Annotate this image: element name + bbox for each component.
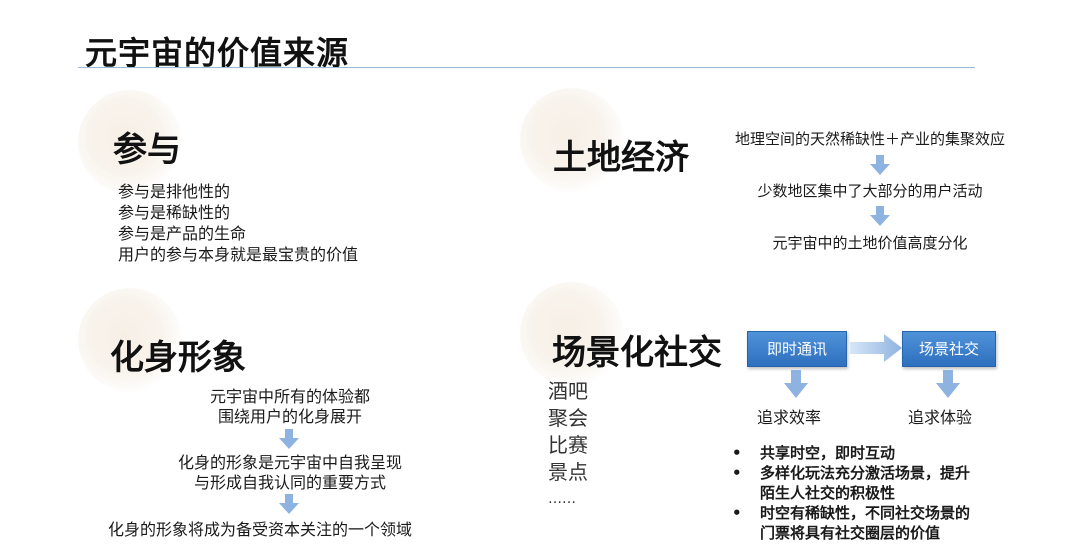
social-scenes: 酒吧 聚会 比赛 景点 …… [548,378,588,513]
scene-item: …… [548,491,576,507]
arrow-down-icon [279,494,299,514]
avatar-step-line: 与形成自我认同的重要方式 [193,473,386,492]
bullet-item: 共享时空，即时互动 [728,443,1068,463]
avatar-step-1: 元宇宙中所有的体验都 围绕用户的化身展开 [190,387,390,427]
avatar-step-line: 化身的形象是元宇宙中自我呈现 [177,453,402,472]
scene-item: 景点 [548,460,588,484]
land-flow-step-2: 少数地区集中了大部分的用户活动 [757,182,983,200]
title-divider [78,67,975,68]
arrow-down-icon [279,429,299,449]
scene-item: 酒吧 [548,379,588,403]
arrow-down-icon [784,370,808,398]
pursuit-efficiency: 追求效率 [757,408,822,427]
land-flow-step-1: 地理空间的天然稀缺性＋产业的集聚效应 [734,130,1005,148]
participation-lines: 参与是排他性的 参与是稀缺性的 参与是产品的生命 用户的参与本身就是最宝贵的价值 [118,181,358,265]
avatar-heading: 化身形象 [110,338,246,378]
avatar-step-3: 化身的形象将成为备受资本关注的一个领域 [108,520,413,539]
bullet-item: 时空有稀缺性，不同社交场景的 门票将具有社交圈层的价值 [728,503,1068,543]
land-heading: 土地经济 [553,138,689,178]
participation-line: 参与是稀缺性的 [118,203,231,222]
bullet-line: 共享时空，即时互动 [760,444,896,462]
participation-line: 参与是产品的生命 [118,224,247,243]
instant-messaging-box: 即时通讯 [747,331,847,367]
arrow-down-icon [870,206,890,226]
scene-item: 聚会 [548,406,588,430]
scene-item: 比赛 [548,433,588,457]
arrow-down-icon [936,370,960,398]
arrow-down-icon [870,155,890,175]
social-heading: 场景化社交 [552,333,722,373]
arrow-right-icon [850,334,902,362]
bullet-line: 陌生人社交的积极性 [760,484,896,502]
bullet-line: 时空有稀缺性，不同社交场景的 [760,504,971,522]
avatar-step-line: 元宇宙中所有的体验都 [209,387,370,406]
participation-line: 用户的参与本身就是最宝贵的价值 [118,245,359,264]
participation-heading: 参与 [113,130,181,170]
land-flow-step-3: 元宇宙中的土地价值高度分化 [772,234,968,252]
scene-social-box: 场景社交 [902,331,996,367]
avatar-step-line: 围绕用户的化身展开 [217,407,362,426]
bullet-item: 多样化玩法充分激活场景，提升 陌生人社交的积极性 [728,463,1068,503]
bullet-line: 门票将具有社交圈层的价值 [760,524,941,542]
avatar-step-2: 化身的形象是元宇宙中自我呈现 与形成自我认同的重要方式 [140,453,440,493]
pursuit-experience: 追求体验 [908,408,973,427]
participation-line: 参与是排他性的 [118,182,231,201]
social-bullet-list: 共享时空，即时互动 多样化玩法充分激活场景，提升 陌生人社交的积极性 时空有稀缺… [728,443,1068,543]
bullet-line: 多样化玩法充分激活场景，提升 [760,464,971,482]
